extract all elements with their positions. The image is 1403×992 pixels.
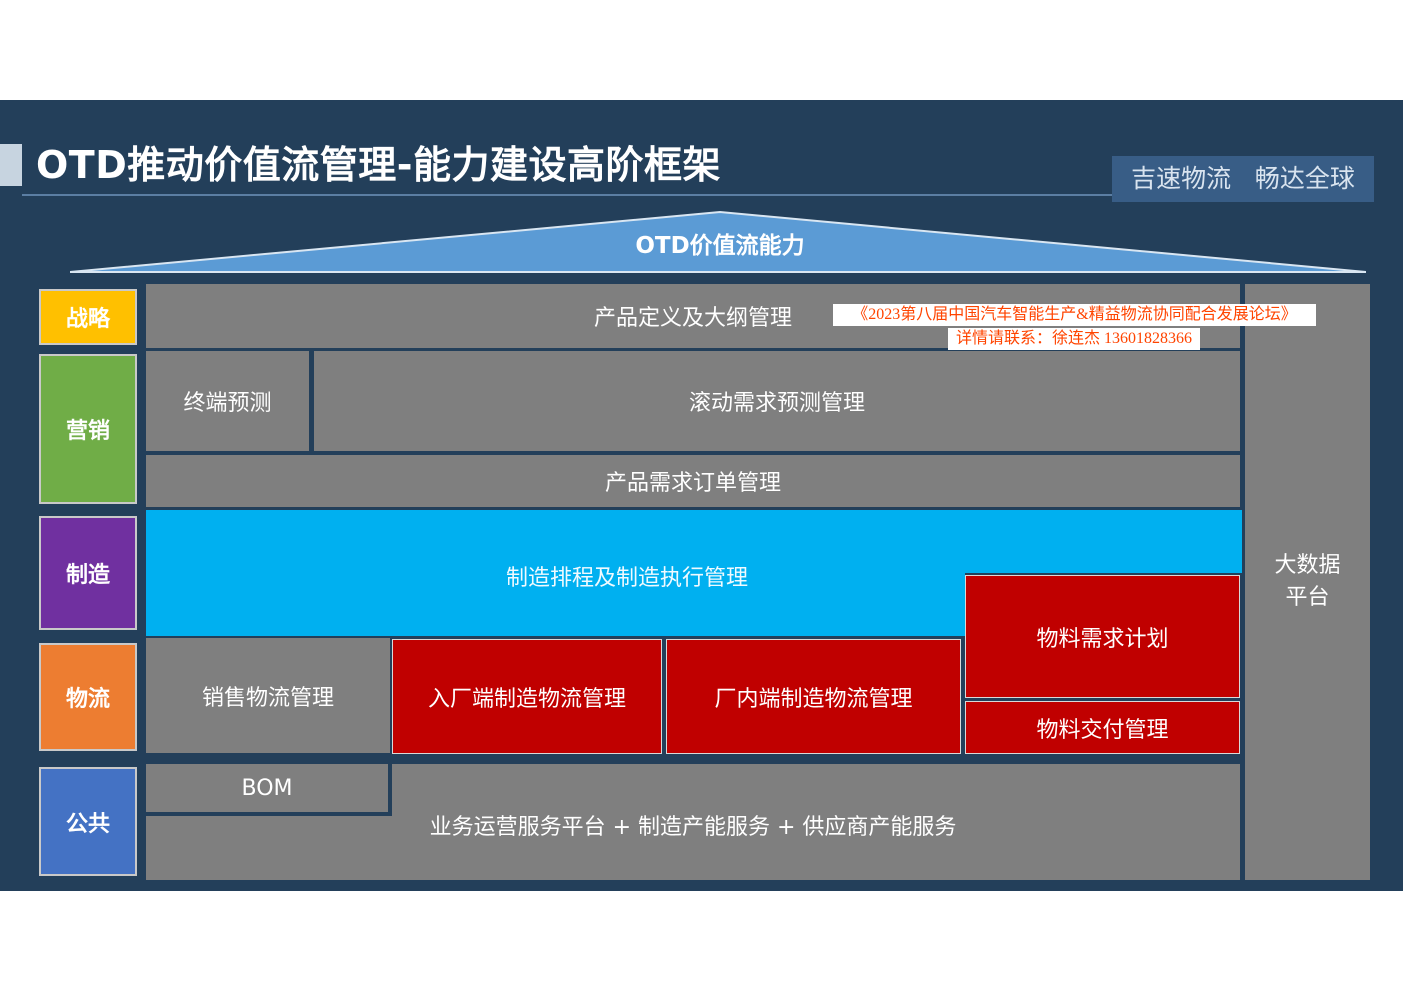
block-product-order: 产品需求订单管理 (146, 455, 1240, 507)
title-underline (22, 194, 1114, 196)
block-manufacturing-schedule: 制造排程及制造执行管理 (505, 566, 748, 591)
watermark-line1: 《2023第八届中国汽车智能生产&精益物流协同配合发展论坛》 (833, 304, 1316, 326)
big-data-line2: 平台 (1285, 585, 1330, 610)
title-accent-bar (0, 144, 22, 186)
block-material-delivery: 物料交付管理 (965, 701, 1240, 754)
block-inplant-logistics: 厂内端制造物流管理 (666, 639, 961, 754)
block-bom: BOM (146, 764, 392, 816)
category-marketing: 营销 (39, 354, 137, 504)
category-manufacturing: 制造 (39, 516, 137, 630)
category-strategy: 战略 (39, 289, 137, 345)
block-rolling-forecast: 滚动需求预测管理 (314, 351, 1240, 451)
block-sales-logistics: 销售物流管理 (146, 638, 390, 753)
block-inbound-logistics: 入厂端制造物流管理 (392, 639, 662, 754)
roof-label: OTD价值流能力 (635, 233, 805, 259)
watermark-line2: 详情请联系：徐连杰 13601828366 (948, 328, 1200, 350)
big-data-line1: 大数据 (1274, 553, 1341, 578)
block-material-planning: 物料需求计划 (965, 575, 1240, 698)
block-terminal-forecast: 终端预测 (146, 351, 309, 451)
category-public: 公共 (39, 767, 137, 876)
slogan-badge: 吉速物流 畅达全球 (1112, 156, 1374, 202)
block-big-data-platform: 大数据 平台 (1245, 284, 1370, 880)
category-logistics: 物流 (39, 643, 137, 751)
page-title: OTD推动价值流管理-能力建设高阶框架 (36, 143, 722, 187)
